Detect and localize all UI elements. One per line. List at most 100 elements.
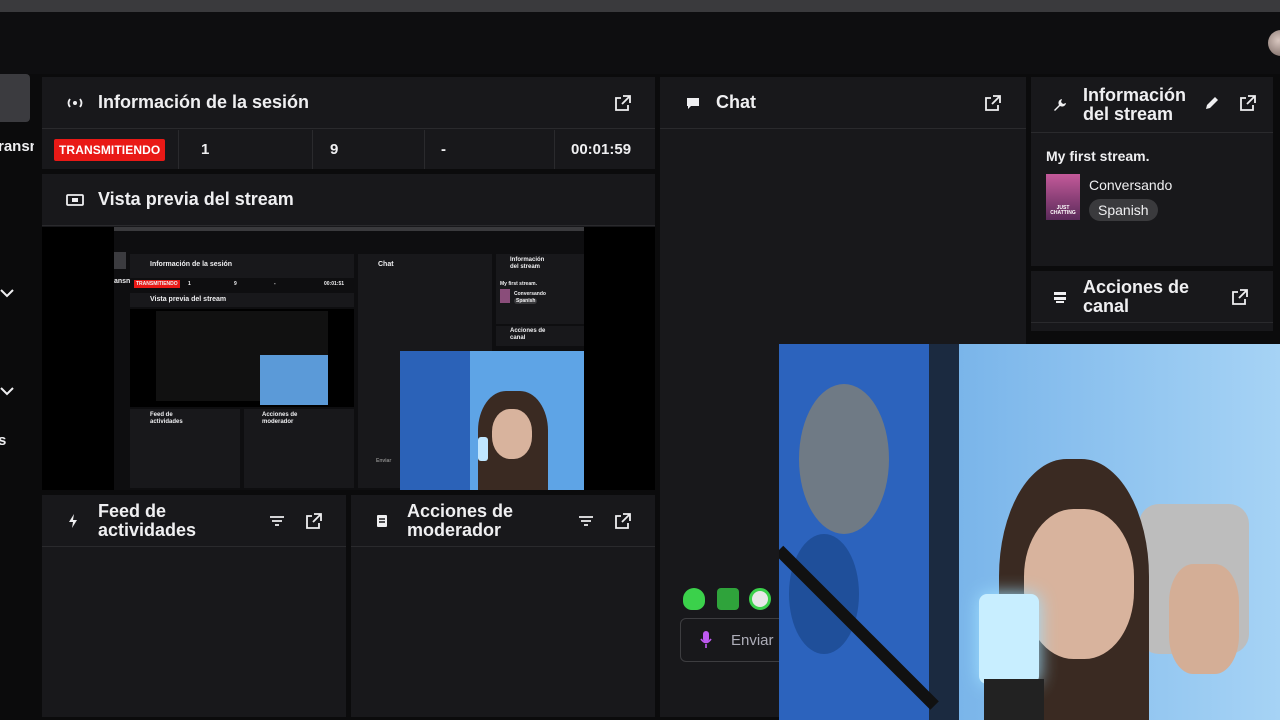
stream-info-title: Información del stream [1083,84,1187,124]
stream-info-panel: Información del stream My first stream. … [1031,77,1273,266]
document-icon [373,512,391,530]
stream-title-value: My first stream. [1046,148,1150,164]
channel-actions-title-line1: Acciones de [1083,276,1190,297]
popout-icon[interactable] [614,512,632,530]
stream-preview-header: Vista previa del stream [42,174,655,226]
edit-pencil-icon[interactable] [1203,94,1221,112]
mini-mic [478,437,488,461]
channel-actions-title-line2: canal [1083,295,1130,316]
mini-wall [400,351,470,490]
moderator-title-line2: moderador [407,519,502,540]
language-tag[interactable]: Spanish [1089,199,1158,221]
stream-preview-title: Vista previa del stream [98,189,294,209]
mini-category: Conversando [514,291,546,297]
rail-label-2[interactable]: s [0,432,6,449]
mini-followers: 9 [234,281,237,287]
live-badge: TRANSMITIENDO [54,138,166,161]
chevron-down-icon[interactable] [0,384,14,398]
chat-bubble-icon [684,94,702,112]
mini-stream-title: My first stream. [500,281,537,287]
webcam-overlay [779,344,1280,720]
moderator-actions-panel: Acciones de moderador [351,495,655,717]
chat-input-placeholder: Enviar [731,631,774,649]
mini-face [492,409,532,459]
stream-info-header: Información del stream [1031,77,1273,133]
channel-actions-title: Acciones de canal [1083,276,1190,316]
popout-icon[interactable] [614,94,632,112]
followers-count: 9 [313,130,425,169]
category-art-label: JUST CHATTING [1050,205,1076,216]
stream-preview-panel: Vista previa del stream ansn Información… [42,174,655,490]
mini-session-title: Información de la sesión [150,261,233,268]
webcam-door-edge [929,344,959,720]
mini-tag: Spanish [514,298,538,304]
ghost-emote-icon[interactable] [683,588,705,610]
mini-uptime: 00:01:51 [324,281,345,287]
mini-rail-btn [114,252,126,269]
video-icon [66,191,84,209]
wrench-icon [1051,96,1069,114]
session-info-panel: Información de la sesión TRANSMITIENDO 1… [42,77,655,169]
webcam-hand [1169,564,1239,674]
popout-icon[interactable] [984,94,1002,112]
rail-label[interactable]: ransn [0,138,34,155]
popout-icon[interactable] [305,512,323,530]
mini-viewers: 1 [188,281,191,287]
left-nav-rail: ransn s [0,74,34,720]
bot-emote-icon[interactable] [749,588,771,610]
live-status-cell: TRANSMITIENDO [42,130,179,169]
microphone-icon[interactable] [699,630,713,650]
stream-info-title-line2: del stream [1083,103,1174,124]
webcam-wall-shape [799,384,889,534]
channel-actions-icon [1051,288,1069,306]
chat-title: Chat [716,92,756,112]
mini-subs: - [274,281,276,287]
rail-active-item[interactable] [0,74,30,122]
webcam-face [1024,509,1134,659]
badge-emote-icon[interactable] [717,588,739,610]
mini-mod-title: Acciones de moderador [262,412,298,425]
language-tag-wrap: Spanish [1089,199,1158,221]
activity-feed-panel: Feed de actividades [42,495,346,717]
subs-count: - [425,130,555,169]
viewers-count: 1 [179,130,313,169]
stream-info-title-line1: Información [1083,84,1187,105]
mini-actions-title: Acciones de canal [510,328,546,341]
mini-top-bar [114,227,584,231]
mini-rail-label: ansn [114,278,131,285]
mini-live-badge: TRANSMITIENDO [134,280,180,288]
filter-icon[interactable] [577,512,595,530]
browser-top-bar [0,0,1280,12]
activity-feed-title-line1: Feed de [98,500,167,521]
session-info-title: Información de la sesión [98,92,310,112]
mini-send: Enviar [376,458,392,464]
category-name[interactable]: Conversando [1089,177,1172,193]
moderator-actions-title: Acciones de moderador [407,500,514,540]
activity-feed-title-line2: actividades [98,519,197,540]
popout-icon[interactable] [1239,94,1257,112]
mini-feed-title: Feed de actividades [150,412,183,425]
channel-actions-header: Acciones de canal [1031,271,1273,323]
dashboard-header [0,12,1280,74]
preview-frame: ansn Información de la sesión TRANSMITIE… [114,227,584,490]
session-stats-row: TRANSMITIENDO 1 9 - 00:01:59 [42,130,655,169]
stream-preview-video[interactable]: ansn Información de la sesión TRANSMITIE… [42,227,655,490]
mini-preview-title: Vista previa del stream [150,296,227,303]
filter-icon[interactable] [268,512,286,530]
category-box-art[interactable]: JUST CHATTING [1046,174,1080,220]
popout-icon[interactable] [1231,288,1249,306]
webcam-mic-stand [984,679,1044,720]
chevron-down-icon[interactable] [0,286,14,300]
uptime: 00:01:59 [571,141,632,158]
lightning-icon [64,512,82,530]
mini-nested-webcam [260,355,328,405]
moderator-title-line1: Acciones de [407,500,514,521]
moderator-actions-header: Acciones de moderador [351,495,655,547]
session-info-header: Información de la sesión [42,77,655,129]
mini-chat-title: Chat [378,261,394,268]
chat-header: Chat [660,77,1026,129]
broadcast-icon [66,94,84,112]
webcam-microphone [979,594,1039,684]
channel-actions-panel: Acciones de canal [1031,271,1273,331]
mini-webcam [400,351,584,490]
